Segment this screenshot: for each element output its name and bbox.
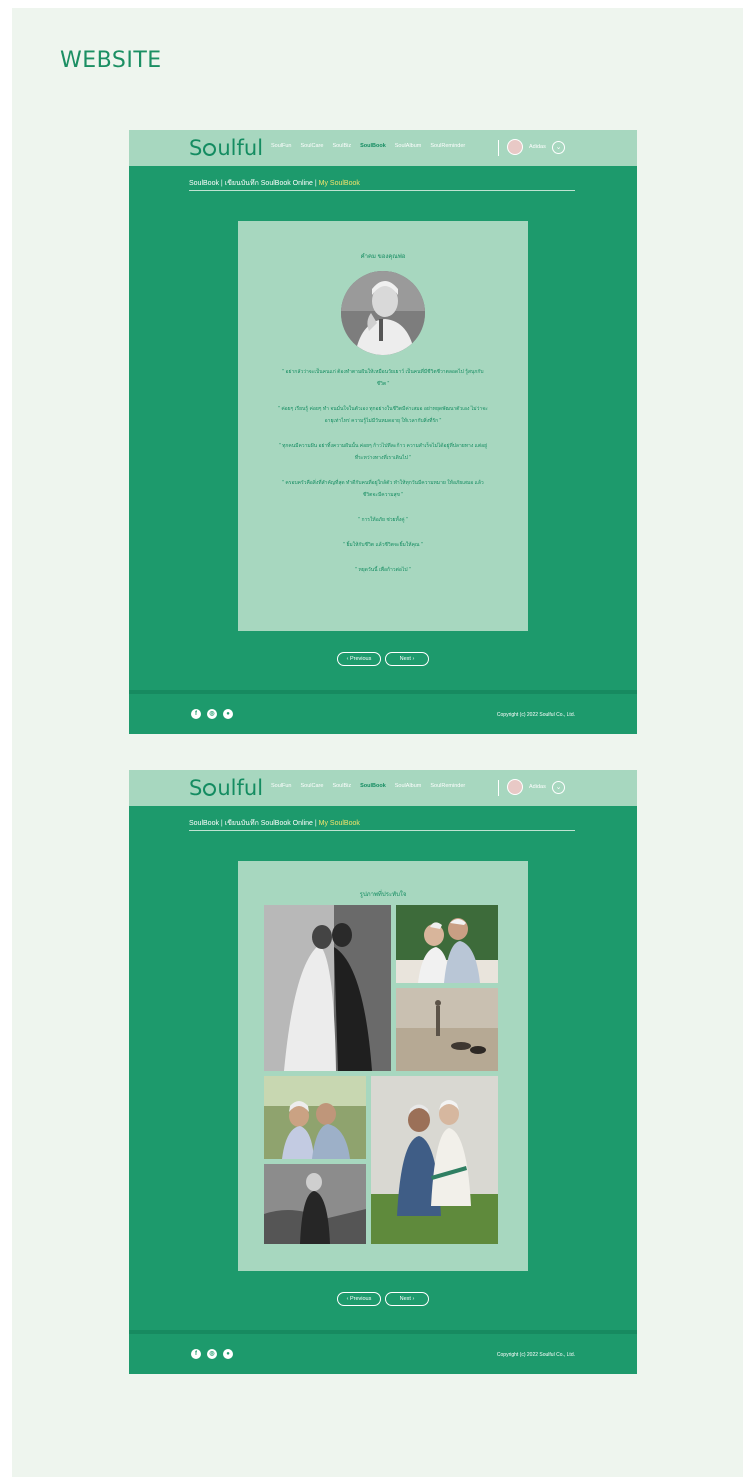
nav-link-soulalbum[interactable]: SoulAlbum bbox=[395, 783, 422, 789]
nav-link-soulbiz[interactable]: SoulBiz bbox=[332, 143, 351, 149]
nav-link-soulbook[interactable]: SoulBook bbox=[360, 783, 386, 789]
breadcrumb-divider bbox=[189, 830, 575, 831]
user-name[interactable]: Adidas bbox=[529, 784, 546, 790]
top-nav: Sulful SoulFun SoulCare SoulBiz SoulBook… bbox=[129, 770, 637, 806]
photo-gardening-couple[interactable] bbox=[371, 1076, 498, 1244]
nav-divider bbox=[498, 140, 499, 156]
quote-item: " ครอบครัวคือสิ่งที่สำคัญที่สุด ทำดีกับค… bbox=[282, 480, 484, 498]
nav-link-soulreminder[interactable]: SoulReminder bbox=[430, 143, 465, 149]
social-links: f ◎ ● bbox=[191, 1349, 233, 1359]
quote-item: " ทุกคนมีความฝัน อย่าทิ้งความฝันนั้น ค่อ… bbox=[278, 443, 488, 461]
page-heading: WEBSITE bbox=[60, 48, 162, 73]
chevron-down-icon[interactable]: ⌄ bbox=[552, 141, 565, 154]
nav-link-soulbook[interactable]: SoulBook bbox=[360, 143, 386, 149]
photo-vintage-portrait[interactable] bbox=[264, 1164, 366, 1244]
instagram-icon[interactable]: ◎ bbox=[207, 709, 217, 719]
nav-links: SoulFun SoulCare SoulBiz SoulBook SoulAl… bbox=[271, 783, 465, 789]
nav-link-soulbiz[interactable]: SoulBiz bbox=[332, 783, 351, 789]
nav-link-soulalbum[interactable]: SoulAlbum bbox=[395, 143, 422, 149]
logo[interactable]: Sulful bbox=[189, 136, 263, 160]
pagination: ‹ Previous Next › bbox=[337, 1292, 429, 1306]
chevron-down-icon[interactable]: ⌄ bbox=[552, 781, 565, 794]
avatar[interactable] bbox=[507, 779, 523, 795]
avatar[interactable] bbox=[507, 139, 523, 155]
photo-laughing-couple[interactable] bbox=[264, 1076, 366, 1159]
breadcrumb-current: My SoulBook bbox=[318, 820, 360, 827]
nav-link-soulcare[interactable]: SoulCare bbox=[301, 143, 324, 149]
line-icon[interactable]: ● bbox=[223, 1349, 233, 1359]
gallery-panel: รูปภาพที่ประทับใจ bbox=[238, 861, 528, 1271]
logo[interactable]: Sulful bbox=[189, 776, 263, 800]
quote-item: " การให้อภัย ช่วยทั้งคู่ " bbox=[358, 517, 408, 523]
panel-title: คำคม ของคุณพ่อ bbox=[360, 254, 406, 260]
quotes-list: " อย่ากลัวว่าจะเป็นคนแก่ ต้องทำตามฝันให้… bbox=[278, 366, 488, 589]
breadcrumb-divider bbox=[189, 190, 575, 191]
photo-couple-garden[interactable] bbox=[396, 905, 498, 983]
next-button[interactable]: Next › bbox=[385, 652, 429, 666]
user-name[interactable]: Adidas bbox=[529, 144, 546, 150]
quote-item: " อย่ากลัวว่าจะเป็นคนแก่ ต้องทำตามฝันให้… bbox=[282, 369, 484, 387]
quote-item: " ยิ้มให้กับชีวิต แล้วชีวิตจะยิ้มให้คุณ … bbox=[343, 542, 423, 548]
footer: f ◎ ● Copyright (c) 2022 Soulful Co., Lt… bbox=[129, 1334, 637, 1374]
quote-item: " ค่อยๆ เรียนรู้ ค่อยๆ ทำ จนมั่นใจในตัวเ… bbox=[278, 406, 488, 424]
top-nav: Sulful SoulFun SoulCare SoulBiz SoulBook… bbox=[129, 130, 637, 166]
previous-button[interactable]: ‹ Previous bbox=[337, 1292, 381, 1306]
gallery-title: รูปภาพที่ประทับใจ bbox=[359, 892, 407, 898]
nav-link-soulfun[interactable]: SoulFun bbox=[271, 143, 292, 149]
copyright-text: Copyright (c) 2022 Soulful Co., Ltd. bbox=[496, 712, 575, 718]
mockup-gallery-page: Sulful SoulFun SoulCare SoulBiz SoulBook… bbox=[129, 770, 637, 1374]
pagination: ‹ Previous Next › bbox=[337, 652, 429, 666]
facebook-icon[interactable]: f bbox=[191, 1349, 201, 1359]
breadcrumb: SoulBook | เขียนบันทึก SoulBook Online |… bbox=[189, 178, 360, 189]
photo-beach[interactable] bbox=[396, 988, 498, 1071]
social-links: f ◎ ● bbox=[191, 709, 233, 719]
previous-button[interactable]: ‹ Previous bbox=[337, 652, 381, 666]
breadcrumb-prefix[interactable]: SoulBook | เขียนบันทึก SoulBook Online | bbox=[189, 820, 319, 827]
photo-wedding[interactable] bbox=[264, 905, 391, 1071]
mockup-quotes-page: Sulful SoulFun SoulCare SoulBiz SoulBook… bbox=[129, 130, 637, 734]
portrait-photo bbox=[341, 271, 425, 355]
breadcrumb: SoulBook | เขียนบันทึก SoulBook Online |… bbox=[189, 818, 360, 829]
nav-link-soulcare[interactable]: SoulCare bbox=[301, 783, 324, 789]
nav-divider bbox=[498, 780, 499, 796]
quotes-panel: คำคม ของคุณพ่อ " อย่ากลัวว่าจะเป็นคนแก่ … bbox=[238, 221, 528, 631]
nav-links: SoulFun SoulCare SoulBiz SoulBook SoulAl… bbox=[271, 143, 465, 149]
line-icon[interactable]: ● bbox=[223, 709, 233, 719]
copyright-text: Copyright (c) 2022 Soulful Co., Ltd. bbox=[496, 1352, 575, 1358]
facebook-icon[interactable]: f bbox=[191, 709, 201, 719]
breadcrumb-prefix[interactable]: SoulBook | เขียนบันทึก SoulBook Online | bbox=[189, 180, 319, 187]
instagram-icon[interactable]: ◎ bbox=[207, 1349, 217, 1359]
nav-link-soulfun[interactable]: SoulFun bbox=[271, 783, 292, 789]
quote-item: " หยุดวันนี้ เพื่อก้าวต่อไป " bbox=[355, 567, 411, 573]
footer: f ◎ ● Copyright (c) 2022 Soulful Co., Lt… bbox=[129, 694, 637, 734]
nav-link-soulreminder[interactable]: SoulReminder bbox=[430, 783, 465, 789]
next-button[interactable]: Next › bbox=[385, 1292, 429, 1306]
breadcrumb-current: My SoulBook bbox=[318, 180, 360, 187]
